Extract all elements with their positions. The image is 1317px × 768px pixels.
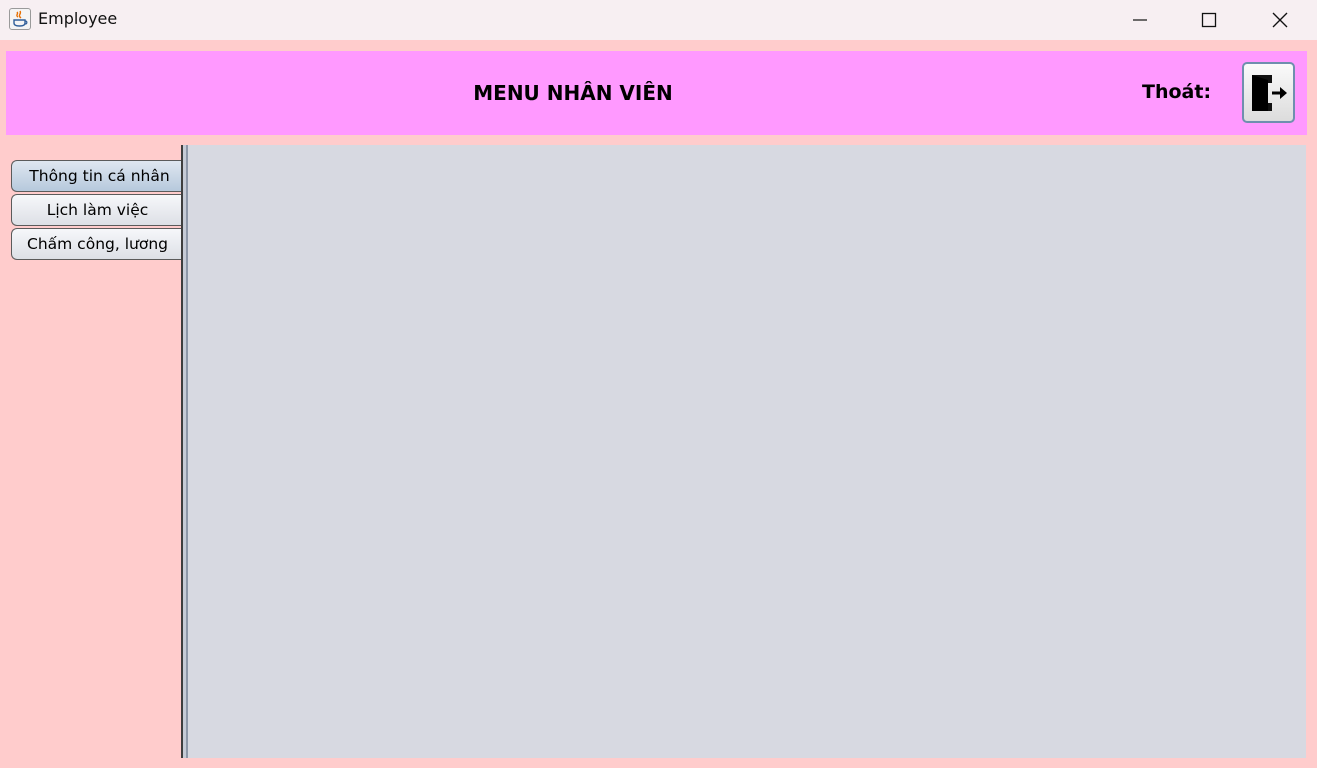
exit-button[interactable]: [1242, 62, 1295, 123]
minimize-button[interactable]: [1117, 0, 1163, 40]
maximize-icon: [1201, 12, 1217, 28]
tab-label: Lịch làm việc: [46, 201, 149, 219]
window-title: Employee: [38, 9, 118, 28]
content-panel: [188, 145, 1306, 758]
tab-work-schedule[interactable]: Lịch làm việc: [11, 194, 183, 226]
minimize-icon: [1133, 19, 1147, 21]
tab-strip: Thông tin cá nhân Lịch làm việc Chấm côn…: [6, 145, 187, 758]
tab-personal-info[interactable]: Thông tin cá nhân: [11, 160, 187, 192]
page-title: MENU NHÂN VIÊN: [473, 81, 673, 105]
close-icon: [1272, 12, 1288, 28]
menu-header: MENU NHÂN VIÊN Thoát:: [6, 51, 1307, 135]
title-bar: Employee: [0, 0, 1317, 40]
tab-divider: [181, 145, 188, 758]
maximize-button[interactable]: [1186, 0, 1232, 40]
exit-label: Thoát:: [1142, 81, 1212, 103]
tab-label: Chấm công, lương: [27, 235, 168, 253]
exit-door-icon: [1251, 74, 1287, 111]
java-icon: [9, 8, 31, 30]
tab-label: Thông tin cá nhân: [29, 167, 170, 185]
tab-attendance-salary[interactable]: Chấm công, lương: [11, 228, 183, 260]
close-button[interactable]: [1257, 0, 1303, 40]
